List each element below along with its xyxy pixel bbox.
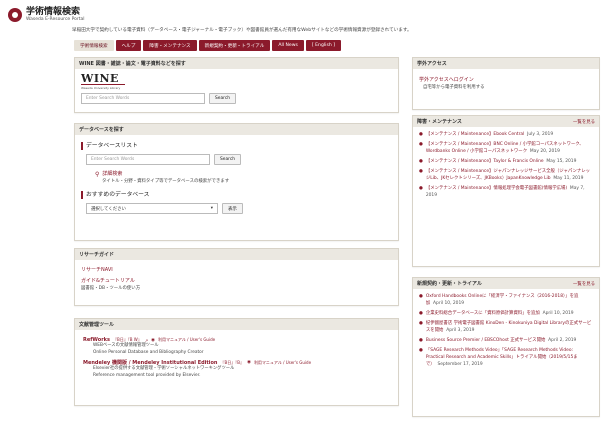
tab-english[interactable]: [ English ] — [305, 40, 341, 51]
list-item[interactable]: ● 【メンテナンス / Maintenance】Ebook Central Ju… — [419, 131, 593, 138]
bullet-icon: ● — [419, 142, 423, 147]
list-item[interactable]: ● 紀伊國屋書店 学術電子図書館 KinoDen - Kinokuniya Di… — [419, 320, 593, 334]
bullet-icon: ● — [419, 311, 423, 316]
list-item[interactable]: ● 企業史料総合データベースに「資料原価計算資料」を追加 April 10, 2… — [419, 310, 593, 317]
site-header: 学術情報検索 Waseda E-Resource Portal — [8, 6, 85, 24]
off-campus-heading: 学外アクセス — [413, 58, 599, 69]
tab-search[interactable]: 学術情報検索 — [74, 40, 114, 51]
bullet-icon: ● — [419, 132, 423, 137]
mendeley-tags: 『B日』『B』 — [220, 359, 245, 365]
list-item[interactable]: ● 【メンテナンス / Maintenance】情報処理学会電子図書館(情報学広… — [419, 185, 593, 199]
recommended-db-title: おすすめのデータベース — [81, 191, 392, 199]
tab-help[interactable]: ヘルプ — [115, 40, 142, 51]
tab-new-contracts[interactable]: 新規契約・更新・トライアル — [198, 40, 271, 51]
bullet-icon: ● — [419, 186, 423, 191]
bullet-icon: ● — [419, 348, 423, 353]
research-guide-heading: リサーチガイド — [75, 249, 398, 260]
site-description: 早稲田大学で契約している電子資料（データベース・電子ジャーナル・電子ブック）や図… — [72, 28, 412, 33]
trial-more-link[interactable]: 一覧を見る — [573, 281, 595, 287]
bullet-icon: ● — [419, 338, 423, 343]
database-search-button[interactable]: Search — [214, 154, 242, 165]
bullet-icon: ● — [419, 294, 423, 299]
recommended-db-select[interactable]: 選択してください ▾ — [86, 203, 218, 214]
database-list-title: データベースリスト — [81, 142, 392, 150]
database-panel: データベースを探す データベースリスト Enter Search Words S… — [74, 123, 399, 241]
site-title[interactable]: 学術情報検索 — [26, 7, 85, 17]
bullet-icon: ● — [419, 321, 423, 326]
display-button[interactable]: 表示 — [222, 203, 243, 214]
research-navi-link[interactable]: リサーチNAVI — [81, 266, 392, 274]
maintenance-more-link[interactable]: 一覧を見る — [573, 119, 595, 125]
wine-search-button[interactable]: Search — [209, 93, 237, 104]
off-campus-login-link[interactable]: 学外アクセスへログイン — [419, 76, 593, 84]
database-search-input[interactable]: Enter Search Words — [86, 154, 210, 165]
research-guide-panel: リサーチガイド リサーチNAVI ガイド&チュートリアル 図書館・DB・ツールの… — [74, 248, 399, 306]
database-heading: データベースを探す — [75, 124, 398, 135]
off-campus-desc: 自宅等から電子資料を利用する — [423, 85, 485, 90]
wine-logo[interactable]: WINE — [81, 73, 392, 84]
tab-all-news[interactable]: All News — [272, 40, 304, 51]
university-logo-icon[interactable] — [8, 8, 22, 22]
list-item[interactable]: ● Oxford Handbooks Onlineに「経済学・ファイナンス（20… — [419, 293, 593, 307]
reference-tools-heading: 文献管理ツール — [75, 319, 398, 330]
lock-icon: ◉ — [247, 360, 251, 365]
search-icon: ⚲ — [95, 170, 100, 178]
mendeley-manual-link[interactable]: 利用マニュアル / User's Guide — [254, 360, 311, 366]
trial-panel: 新規契約・更新・トライアル 一覧を見る ● Oxford Handbooks O… — [412, 277, 600, 417]
list-item[interactable]: ● 【メンテナンス / Maintenance】BNC Online / 小学館… — [419, 141, 593, 155]
list-item[interactable]: ● 【メンテナンス / Maintenance】Taylor & Francis… — [419, 158, 593, 165]
mendeley-desc-en: Reference management tool provided by El… — [93, 372, 201, 378]
maintenance-panel: 障害・メンテナンス 一覧を見る ● 【メンテナンス / Maintenance】… — [412, 115, 600, 267]
list-item[interactable]: ● Business Source Premier / EBSCOhost 正式… — [419, 337, 593, 344]
lock-icon: ◉ — [151, 337, 155, 343]
refworks-desc-en: Online Personal Database and Bibliograph… — [93, 349, 204, 355]
reference-tools-panel: 文献管理ツール RefWorks 『B日』『B W』 ↗ ◉ 利用マニュアル /… — [74, 318, 399, 406]
off-campus-access-panel: 学外アクセス 学外アクセスへログイン 自宅等から電子資料を利用する — [412, 57, 600, 110]
advanced-search-link[interactable]: 詳細検索 — [102, 170, 122, 178]
list-item[interactable]: ● 「SAGE Research Methods Video」「SAGE Res… — [419, 347, 593, 368]
list-item[interactable]: ● 【メンテナンス / Maintenance】ジャパンナレッジサービス全般（ジ… — [419, 168, 593, 182]
maintenance-heading: 障害・メンテナンス 一覧を見る — [413, 116, 599, 127]
external-link-icon: ↗ — [144, 337, 149, 343]
guide-tutorial-link[interactable]: ガイド&チュートリアル — [81, 277, 392, 285]
advanced-search-desc: タイトル・分野・資料タイプ等でデータベースの検索ができます — [102, 179, 230, 184]
refworks-manual-link[interactable]: 利用マニュアル / User's Guide — [158, 337, 215, 343]
bullet-icon: ● — [419, 169, 423, 174]
mendeley-link[interactable]: Mendeley 機関版 / Mendeley Institutional Ed… — [83, 359, 218, 366]
tab-maintenance[interactable]: 障害・メンテナンス — [143, 40, 197, 51]
wine-heading: WINE 図書・雑誌・論文・電子資料などを探す — [75, 58, 398, 69]
wine-panel: WINE 図書・雑誌・論文・電子資料などを探す WINE Waseda Univ… — [74, 57, 399, 113]
site-subtitle: Waseda E-Resource Portal — [26, 16, 85, 22]
chevron-down-icon: ▾ — [210, 206, 213, 211]
main-nav: 学術情報検索 ヘルプ 障害・メンテナンス 新規契約・更新・トライアル All N… — [74, 40, 341, 51]
guide-tutorial-desc: 図書館・DB・ツールの使い方 — [81, 286, 141, 291]
wine-search-input[interactable]: Enter Search Words — [81, 93, 205, 104]
bullet-icon: ● — [419, 159, 423, 164]
trial-heading: 新規契約・更新・トライアル 一覧を見る — [413, 278, 599, 289]
